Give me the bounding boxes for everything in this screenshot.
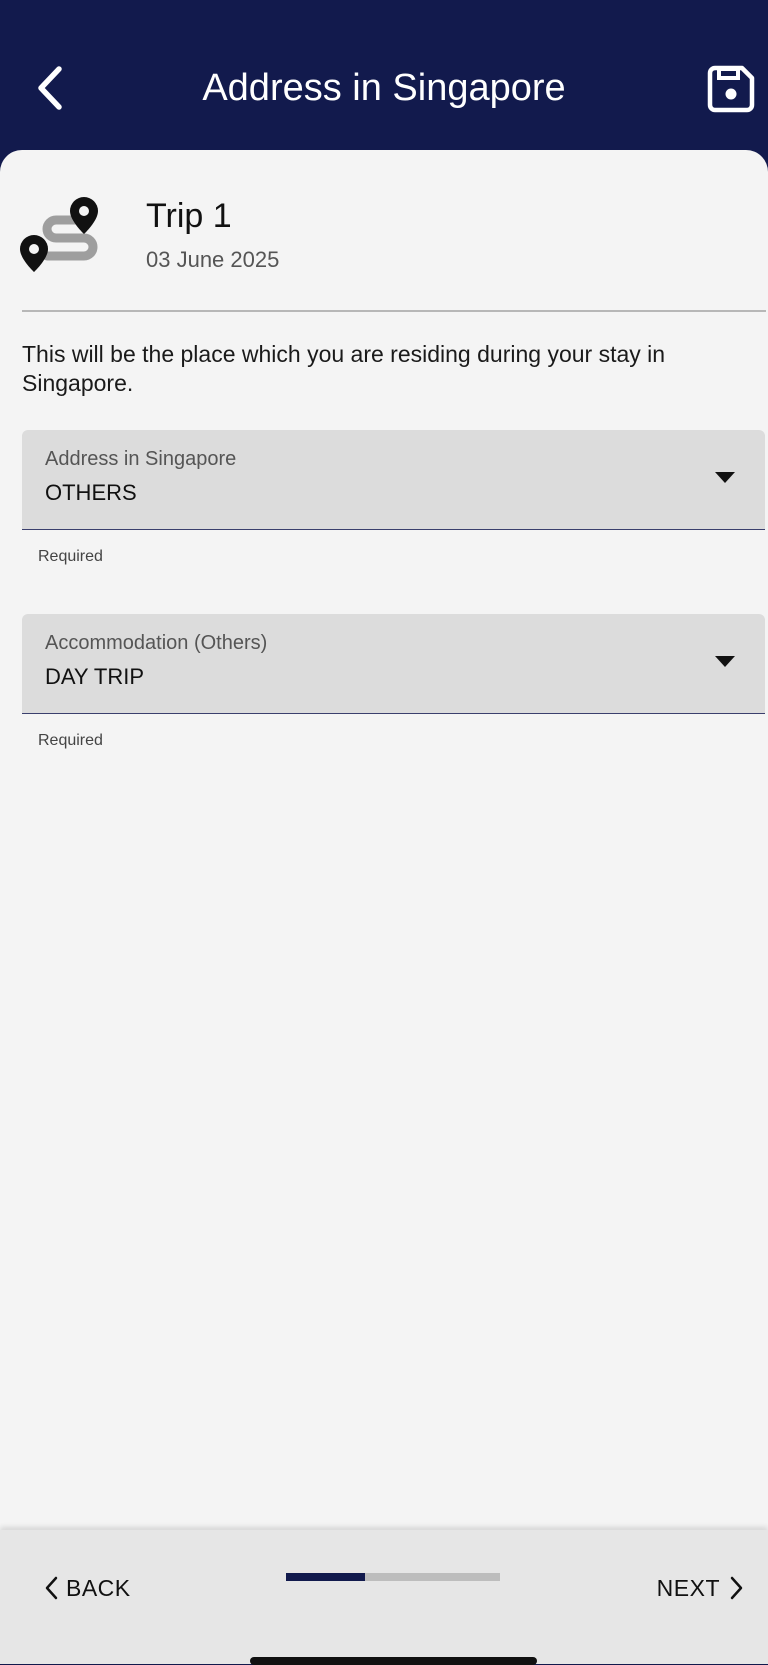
accommodation-dropdown[interactable]: Accommodation (Others) DAY TRIP	[22, 614, 765, 714]
field-value: DAY TRIP	[45, 664, 145, 689]
next-label: NEXT	[656, 1574, 720, 1601]
progress-bar	[286, 1573, 500, 1581]
save-icon	[707, 65, 755, 113]
chevron-left-icon	[45, 1576, 58, 1600]
route-pins-icon	[20, 197, 98, 272]
divider	[22, 310, 766, 312]
dropdown-arrow-icon	[715, 472, 735, 483]
helper-text: Required	[38, 548, 103, 565]
trip-date: 03 June 2025	[146, 247, 280, 272]
field-label: Accommodation (Others)	[45, 632, 268, 654]
address-dropdown[interactable]: Address in Singapore OTHERS	[22, 430, 765, 530]
bottom-nav: BACK NEXT	[0, 1530, 768, 1665]
field-label: Address in Singapore	[45, 448, 237, 470]
trip-name: Trip 1	[146, 197, 232, 235]
helper-text: Required	[38, 732, 103, 749]
back-label: BACK	[66, 1574, 131, 1601]
progress-fill	[286, 1573, 366, 1581]
description-text: This will be the place which you are res…	[22, 341, 666, 396]
dropdown-arrow-icon	[715, 656, 735, 667]
back-nav-button[interactable]: BACK	[44, 1566, 131, 1610]
field-value: OTHERS	[45, 480, 137, 505]
save-button[interactable]	[706, 64, 756, 114]
app-header: Address in Singapore	[0, 0, 768, 160]
main-content: Trip 1 03 June 2025 This will be the pla…	[0, 150, 768, 1530]
page-title: Address in Singapore	[202, 67, 566, 109]
chevron-right-icon	[730, 1576, 743, 1600]
next-nav-button[interactable]: NEXT	[657, 1566, 744, 1610]
